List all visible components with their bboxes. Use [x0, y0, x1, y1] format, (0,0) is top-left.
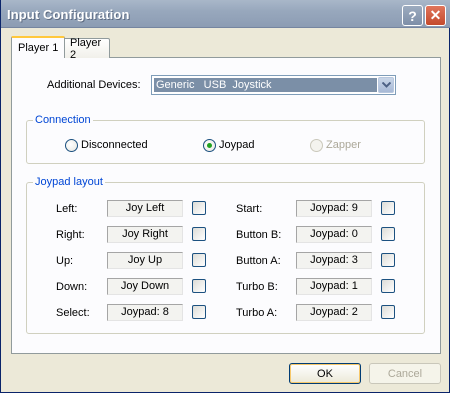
connection-group-title: Connection — [33, 114, 93, 126]
chevron-down-icon — [381, 82, 391, 88]
tab-player-2[interactable]: Player 2 — [63, 36, 110, 61]
cancel-button-label: Cancel — [387, 367, 423, 380]
turbo-a-binding-field[interactable]: Joypad: 2 — [296, 304, 372, 321]
radio-joypad-label[interactable]: Joypad — [219, 139, 254, 151]
button-b-binding-field[interactable]: Joypad: 0 — [296, 226, 372, 243]
window-title: Input Configuration — [7, 7, 130, 22]
button-b-checkbox[interactable] — [381, 227, 395, 241]
radio-disconnected[interactable] — [65, 139, 78, 152]
tab-label: Player 2 — [70, 36, 102, 61]
button-a-checkbox[interactable] — [381, 253, 395, 267]
start-label: Start: — [236, 203, 263, 215]
title-bar[interactable]: Input Configuration ? ✕ — [1, 0, 450, 28]
additional-devices-label: Additional Devices: — [47, 79, 141, 91]
right-label: Right: — [56, 229, 85, 241]
additional-devices-dropdown[interactable]: Generic USB Joystick — [151, 75, 396, 95]
help-icon: ? — [408, 7, 417, 24]
radio-selected-dot — [207, 143, 212, 148]
down-label: Down: — [56, 281, 88, 293]
turbo-a-checkbox[interactable] — [381, 305, 395, 319]
cancel-button: Cancel — [369, 363, 441, 384]
start-binding-field[interactable]: Joypad: 9 — [296, 200, 372, 217]
up-binding-field[interactable]: Joy Up — [107, 252, 183, 269]
turbo-a-label: Turbo A: — [236, 307, 278, 319]
radio-joypad[interactable] — [203, 139, 216, 152]
tab-player-1[interactable]: Player 1 — [11, 36, 66, 58]
left-checkbox[interactable] — [192, 201, 206, 215]
dropdown-arrow-button[interactable] — [378, 77, 394, 93]
turbo-b-label: Turbo B: — [236, 281, 278, 293]
button-a-binding-field[interactable]: Joypad: 3 — [296, 252, 372, 269]
joypad-layout-group-title: Joypad layout — [33, 176, 105, 188]
select-checkbox[interactable] — [192, 305, 206, 319]
up-label: Up: — [56, 255, 74, 267]
select-binding-field[interactable]: Joypad: 8 — [107, 304, 183, 321]
button-b-label: Button B: — [236, 229, 282, 241]
left-binding-field[interactable]: Joy Left — [107, 200, 183, 217]
up-checkbox[interactable] — [192, 253, 206, 267]
left-label: Left: — [56, 203, 78, 215]
turbo-b-checkbox[interactable] — [381, 279, 395, 293]
close-button[interactable]: ✕ — [425, 5, 446, 26]
input-configuration-window: Input Configuration ? ✕ Player 1 Player … — [0, 0, 450, 393]
help-button[interactable]: ? — [402, 5, 423, 26]
ok-button-label: OK — [317, 367, 333, 380]
down-checkbox[interactable] — [192, 279, 206, 293]
button-a-label: Button A: — [236, 255, 281, 267]
down-binding-field[interactable]: Joy Down — [107, 278, 183, 295]
right-checkbox[interactable] — [192, 227, 206, 241]
radio-disconnected-label[interactable]: Disconnected — [81, 139, 148, 151]
close-icon: ✕ — [429, 7, 442, 23]
selected-device-value: Generic USB Joystick — [154, 78, 377, 92]
start-checkbox[interactable] — [381, 201, 395, 215]
right-binding-field[interactable]: Joy Right — [107, 226, 183, 243]
radio-zapper-label: Zapper — [326, 139, 361, 151]
select-label: Select: — [56, 307, 90, 319]
radio-zapper — [310, 139, 323, 152]
ok-button[interactable]: OK — [289, 363, 361, 384]
tab-label: Player 1 — [18, 42, 59, 54]
turbo-b-binding-field[interactable]: Joypad: 1 — [296, 278, 372, 295]
